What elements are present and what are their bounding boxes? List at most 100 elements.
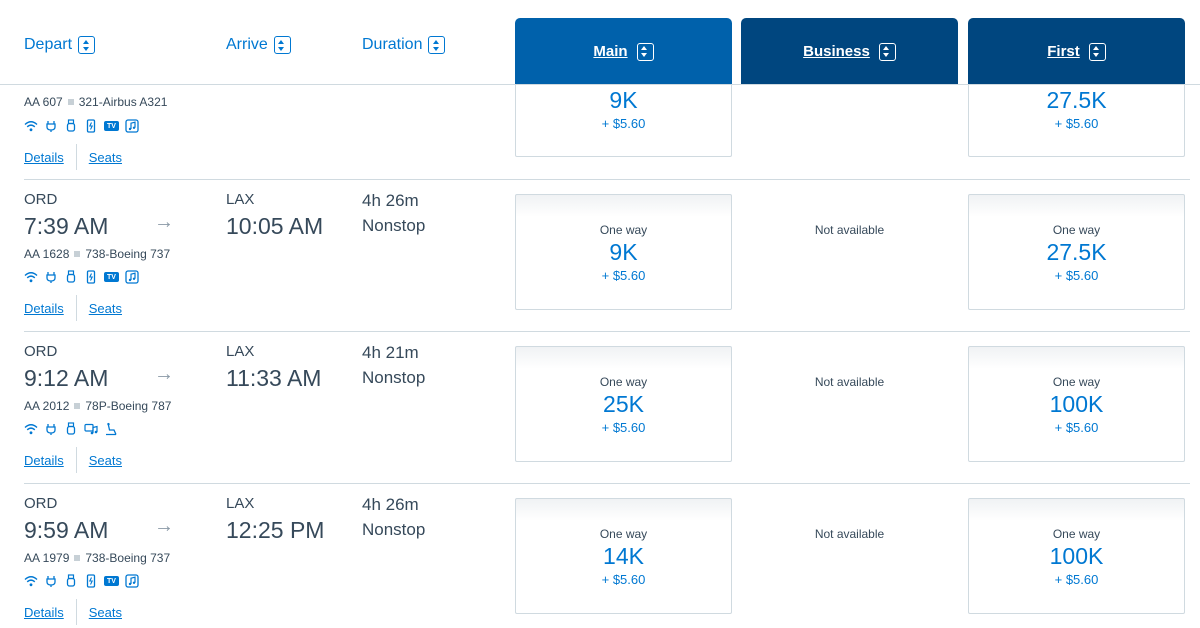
amenities xyxy=(24,422,118,436)
fare-label: One way xyxy=(599,527,648,541)
separator-dot xyxy=(74,555,81,561)
arrow-right-icon: → xyxy=(154,211,174,233)
fare-points: 100K xyxy=(1049,543,1104,569)
origin-airport: ORD xyxy=(24,343,58,360)
link-divider xyxy=(75,295,77,321)
sort-arrive-label: Arrive xyxy=(226,36,268,53)
sort-arrive-button[interactable]: Arrive xyxy=(226,36,291,54)
sort-icon xyxy=(1088,42,1106,61)
wifi-icon xyxy=(24,422,38,436)
cabin-first-label: First xyxy=(1047,43,1080,60)
cabin-first-header[interactable]: First xyxy=(968,18,1185,85)
flight-number: AA 2012 xyxy=(24,399,70,413)
power-icon xyxy=(44,574,58,588)
stops: Nonstop xyxy=(362,520,426,539)
depart-time: 7:39 AM xyxy=(24,213,109,239)
sort-duration-button[interactable]: Duration xyxy=(362,36,446,54)
amenities: TV xyxy=(24,119,139,133)
fare-label: One way xyxy=(1052,527,1101,541)
row-divider xyxy=(24,331,1190,332)
sort-icon xyxy=(78,36,96,54)
power-icon xyxy=(44,270,58,284)
duration: 4h 26m xyxy=(362,191,419,210)
row-divider xyxy=(24,179,1190,180)
flight-number: AA 607 xyxy=(24,95,63,109)
fare-first[interactable]: One way 100K + $5.60 xyxy=(968,498,1185,614)
details-link[interactable]: Details xyxy=(24,150,64,165)
fare-tax: + $5.60 xyxy=(601,268,646,283)
flight-links: Details Seats xyxy=(24,447,122,473)
fare-tax: + $5.60 xyxy=(1054,116,1099,131)
separator-dot xyxy=(67,99,74,105)
music-icon xyxy=(125,574,139,588)
tv-icon: TV xyxy=(104,272,119,282)
sort-duration-label: Duration xyxy=(362,36,423,53)
stops: Nonstop xyxy=(362,368,426,387)
arrow-right-icon: → xyxy=(154,363,174,385)
wifi-icon xyxy=(24,574,38,588)
aircraft-type: 78P-Boeing 787 xyxy=(85,399,172,413)
fare-points: 9K xyxy=(609,87,638,113)
destination-airport: LAX xyxy=(226,495,255,512)
usb-icon xyxy=(64,574,78,588)
flight-links: Details Seats xyxy=(24,295,122,321)
details-link[interactable]: Details xyxy=(24,301,64,316)
cabin-main-header[interactable]: Main xyxy=(515,18,732,85)
fare-main[interactable]: One way 25K + $5.60 xyxy=(515,346,732,462)
fare-first[interactable]: 27.5K + $5.60 xyxy=(968,85,1185,157)
amenities: TV xyxy=(24,574,139,588)
cabin-business-header[interactable]: Business xyxy=(741,18,958,85)
arrive-time: 12:25 PM xyxy=(226,517,325,543)
lie-flat-seat-icon xyxy=(104,422,118,436)
link-divider xyxy=(75,144,77,170)
fare-tax: + $5.60 xyxy=(1054,420,1099,435)
row-divider xyxy=(24,483,1190,484)
seats-link[interactable]: Seats xyxy=(89,301,122,316)
entertainment-icon xyxy=(84,422,98,436)
fare-business-unavailable: Not available xyxy=(814,527,885,541)
fare-first[interactable]: One way 100K + $5.60 xyxy=(968,346,1185,462)
details-link[interactable]: Details xyxy=(24,453,64,468)
arrive-time: 10:05 AM xyxy=(226,213,324,239)
amenities: TV xyxy=(24,270,139,284)
link-divider xyxy=(75,447,77,473)
flight-links: Details Seats xyxy=(24,599,122,625)
fare-tax: + $5.60 xyxy=(601,420,646,435)
duration: 4h 21m xyxy=(362,343,419,362)
separator-dot xyxy=(74,403,81,409)
arrive-time: 11:33 AM xyxy=(226,365,322,391)
music-icon xyxy=(125,270,139,284)
fare-business-unavailable: Not available xyxy=(814,375,885,389)
cabin-main-label: Main xyxy=(593,43,628,60)
flight-info: AA 2012 78P-Boeing 787 xyxy=(24,399,171,413)
sort-icon xyxy=(428,36,446,54)
fare-main[interactable]: One way 14K + $5.60 xyxy=(515,498,732,614)
fare-points: 25K xyxy=(603,391,644,417)
separator-dot xyxy=(74,251,81,257)
fare-business-unavailable: Not available xyxy=(814,223,885,237)
tv-icon: TV xyxy=(104,576,119,586)
fare-main[interactable]: One way 9K + $5.60 xyxy=(515,194,732,310)
origin-airport: ORD xyxy=(24,495,58,512)
fare-label: One way xyxy=(1052,223,1101,237)
fare-main[interactable]: 9K + $5.60 xyxy=(515,85,732,157)
flight-info: AA 607 321-Airbus A321 xyxy=(24,95,167,109)
usb-icon xyxy=(64,422,78,436)
duration: 4h 26m xyxy=(362,495,419,514)
flight-info: AA 1979 738-Boeing 737 xyxy=(24,551,170,565)
seats-link[interactable]: Seats xyxy=(89,605,122,620)
usb-icon xyxy=(64,270,78,284)
fare-label: One way xyxy=(599,223,648,237)
usb-icon xyxy=(64,119,78,133)
fare-points: 9K xyxy=(609,239,638,265)
seats-link[interactable]: Seats xyxy=(89,453,122,468)
fare-first[interactable]: One way 27.5K + $5.60 xyxy=(968,194,1185,310)
seats-link[interactable]: Seats xyxy=(89,150,122,165)
fare-tax: + $5.60 xyxy=(1054,572,1099,587)
aircraft-type: 738-Boeing 737 xyxy=(85,247,171,261)
fare-points: 100K xyxy=(1049,391,1104,417)
details-link[interactable]: Details xyxy=(24,605,64,620)
aircraft-type: 738-Boeing 737 xyxy=(85,551,171,565)
cabin-business-label: Business xyxy=(803,43,870,60)
sort-depart-button[interactable]: Depart xyxy=(24,36,96,54)
